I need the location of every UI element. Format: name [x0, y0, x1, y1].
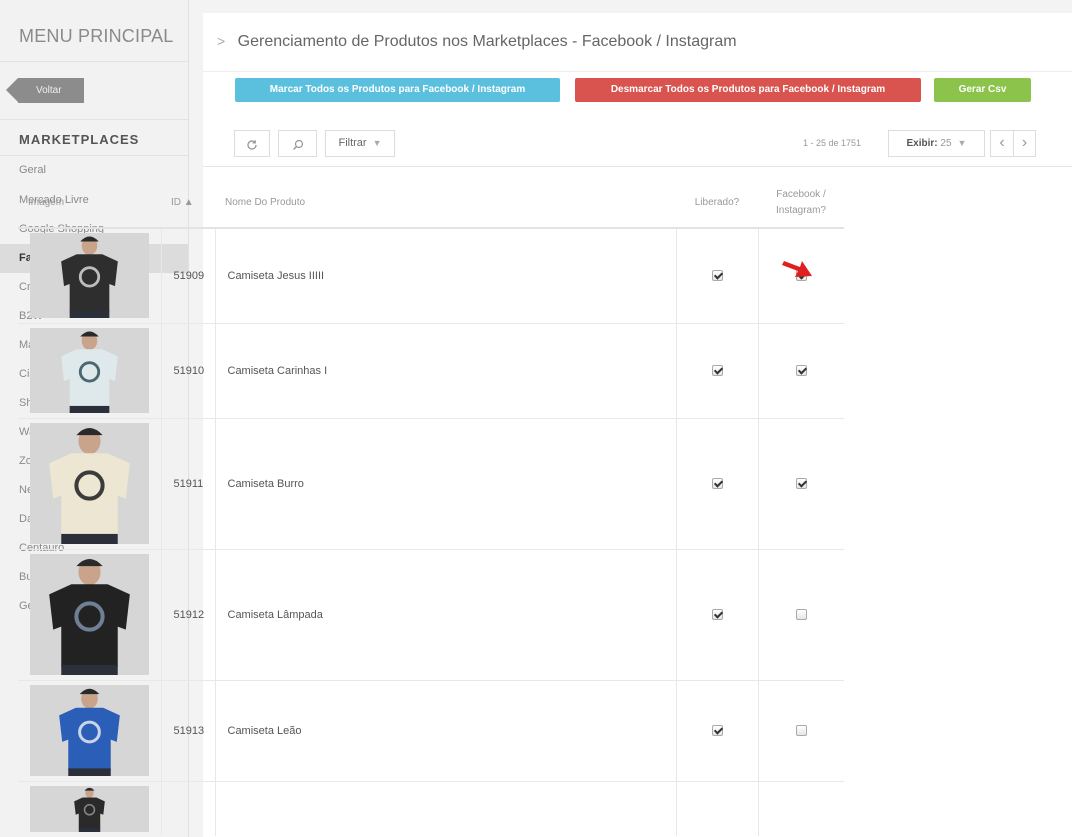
back-wrap: Voltar: [0, 62, 188, 120]
released-cell: [675, 780, 758, 836]
refresh-icon: [247, 139, 257, 150]
unmark-all-button[interactable]: Desmarcar Todos os Produtos para Faceboo…: [575, 78, 921, 102]
released-checkbox[interactable]: [711, 478, 723, 490]
col-facebook-instagram: Facebook / Instagram?: [758, 178, 844, 229]
red-arrow-icon: [782, 261, 812, 277]
facebook-instagram-checkbox[interactable]: [795, 365, 807, 377]
released-cell: [675, 322, 758, 418]
facebook-instagram-cell: [757, 548, 844, 680]
chevron-right-icon: >: [217, 33, 226, 49]
released-cell: [675, 548, 758, 680]
facebook-instagram-cell: [757, 322, 844, 418]
col-id[interactable]: ID ▲: [161, 178, 215, 229]
table-body: 51909 Camiseta Jesus IIIII 51910 Camiseta C…: [18, 227, 844, 836]
product-name: Camiseta Lâmpada: [214, 548, 676, 680]
product-thumbnail[interactable]: [30, 685, 149, 776]
product-image-cell: [18, 417, 161, 549]
page-title: Gerenciamento de Produtos nos Marketplac…: [237, 33, 737, 50]
product-thumbnail[interactable]: [30, 328, 149, 413]
search-icon: [292, 139, 303, 150]
product-name: Camiseta Leão: [214, 679, 676, 781]
mark-all-button[interactable]: Marcar Todos os Produtos para Facebook /…: [235, 78, 560, 102]
product-image-cell: [18, 780, 161, 836]
col-image: Imagem: [18, 178, 161, 229]
facebook-instagram-checkbox[interactable]: [795, 478, 807, 490]
facebook-instagram-cell: [757, 679, 844, 781]
refresh-button[interactable]: [234, 130, 270, 157]
released-cell: [675, 417, 758, 549]
show-label: Exibir:: [906, 138, 938, 149]
table-toolbar: Filtrar ▼ 1 - 25 de 1751 Exibir: 25 ▼ ‹ ›: [203, 119, 1072, 167]
released-checkbox[interactable]: [711, 270, 723, 282]
section-title-marketplaces: MARKETPLACES: [0, 120, 188, 156]
table-row[interactable]: 51911 Camiseta Burro: [18, 417, 844, 549]
caret-down-icon: ▼: [957, 138, 967, 148]
product-id: 51913: [160, 679, 215, 781]
table-row[interactable]: [18, 780, 844, 836]
back-button[interactable]: Voltar: [6, 78, 84, 103]
menu-title: MENU PRINCIPAL: [0, 0, 188, 62]
table-row[interactable]: 51913 Camiseta Leão: [18, 679, 844, 781]
page-size-select[interactable]: Exibir: 25 ▼: [888, 130, 985, 157]
product-id: 51910: [160, 322, 215, 418]
table-row[interactable]: 51912 Camiseta Lâmpada: [18, 548, 844, 680]
released-checkbox[interactable]: [711, 725, 723, 737]
product-name: [214, 780, 676, 836]
product-thumbnail[interactable]: [30, 423, 149, 544]
product-name: Camiseta Jesus IIIII: [214, 227, 676, 323]
released-cell: [675, 679, 758, 781]
released-cell: [675, 227, 758, 323]
product-thumbnail[interactable]: [30, 233, 149, 319]
search-button[interactable]: [278, 130, 317, 157]
chevron-right-icon: ›: [1021, 134, 1028, 151]
action-bar: Marcar Todos os Produtos para Facebook /…: [203, 71, 1072, 119]
product-image-cell: [18, 227, 161, 323]
page-info: 1 - 25 de 1751: [803, 138, 862, 148]
product-table: Imagem ID ▲ Nome Do Produto Liberado? Fa…: [18, 178, 844, 836]
product-id: 51912: [160, 548, 215, 680]
product-id: 51909: [160, 227, 215, 323]
col-released: Liberado?: [676, 178, 758, 229]
product-image-cell: [18, 548, 161, 680]
released-checkbox[interactable]: [711, 365, 723, 377]
table-row[interactable]: 51910 Camiseta Carinhas I: [18, 322, 844, 418]
col-name: Nome Do Produto: [215, 178, 676, 229]
next-page-button[interactable]: ›: [1013, 130, 1036, 157]
product-id: [160, 780, 215, 836]
product-image-cell: [18, 322, 161, 418]
filter-dropdown[interactable]: Filtrar ▼: [325, 130, 395, 157]
product-name: Camiseta Burro: [214, 417, 676, 549]
product-image-cell: [18, 679, 161, 781]
facebook-instagram-cell: [757, 417, 844, 549]
product-thumbnail[interactable]: [30, 554, 149, 675]
facebook-instagram-checkbox[interactable]: [795, 725, 807, 737]
product-id: 51911: [160, 417, 215, 549]
facebook-instagram-checkbox[interactable]: [795, 609, 807, 621]
table-row[interactable]: 51909 Camiseta Jesus IIIII: [18, 227, 844, 323]
chevron-left-icon: ‹: [999, 134, 1005, 151]
table-header-row: Imagem ID ▲ Nome Do Produto Liberado? Fa…: [18, 178, 844, 229]
prev-page-button[interactable]: ‹: [990, 130, 1013, 157]
product-thumbnail[interactable]: [30, 785, 149, 832]
product-name: Camiseta Carinhas I: [214, 322, 676, 418]
filter-label: Filtrar: [338, 137, 367, 149]
facebook-instagram-cell: [757, 780, 844, 836]
generate-csv-button[interactable]: Gerar Csv: [934, 78, 1031, 102]
released-checkbox[interactable]: [711, 609, 723, 621]
caret-down-icon: ▼: [372, 138, 382, 148]
show-value: 25: [940, 138, 952, 149]
page-header: > Gerenciamento de Produtos nos Marketpl…: [203, 13, 1072, 71]
